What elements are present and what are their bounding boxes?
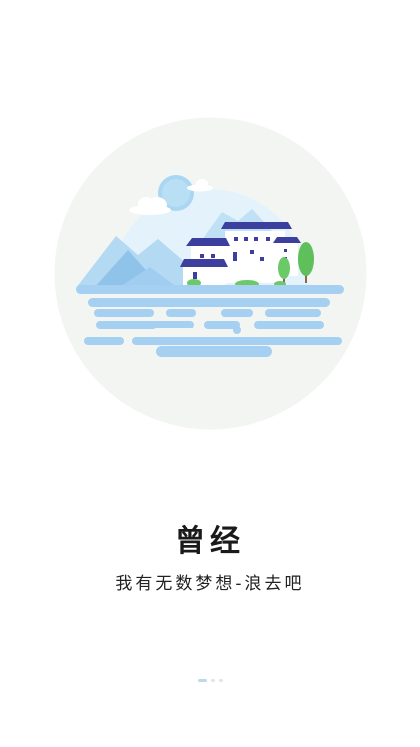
splash-subtitle: 我有无数梦想-浪去吧: [115, 574, 305, 594]
page-dot[interactable]: [218, 679, 223, 682]
page-dot-active[interactable]: [197, 679, 207, 682]
splash-title: 曾经: [175, 524, 245, 559]
page-indicator[interactable]: [0, 679, 420, 682]
splash-illustration: [54, 117, 367, 430]
shoreline: [76, 285, 344, 294]
page-dot[interactable]: [210, 679, 215, 682]
